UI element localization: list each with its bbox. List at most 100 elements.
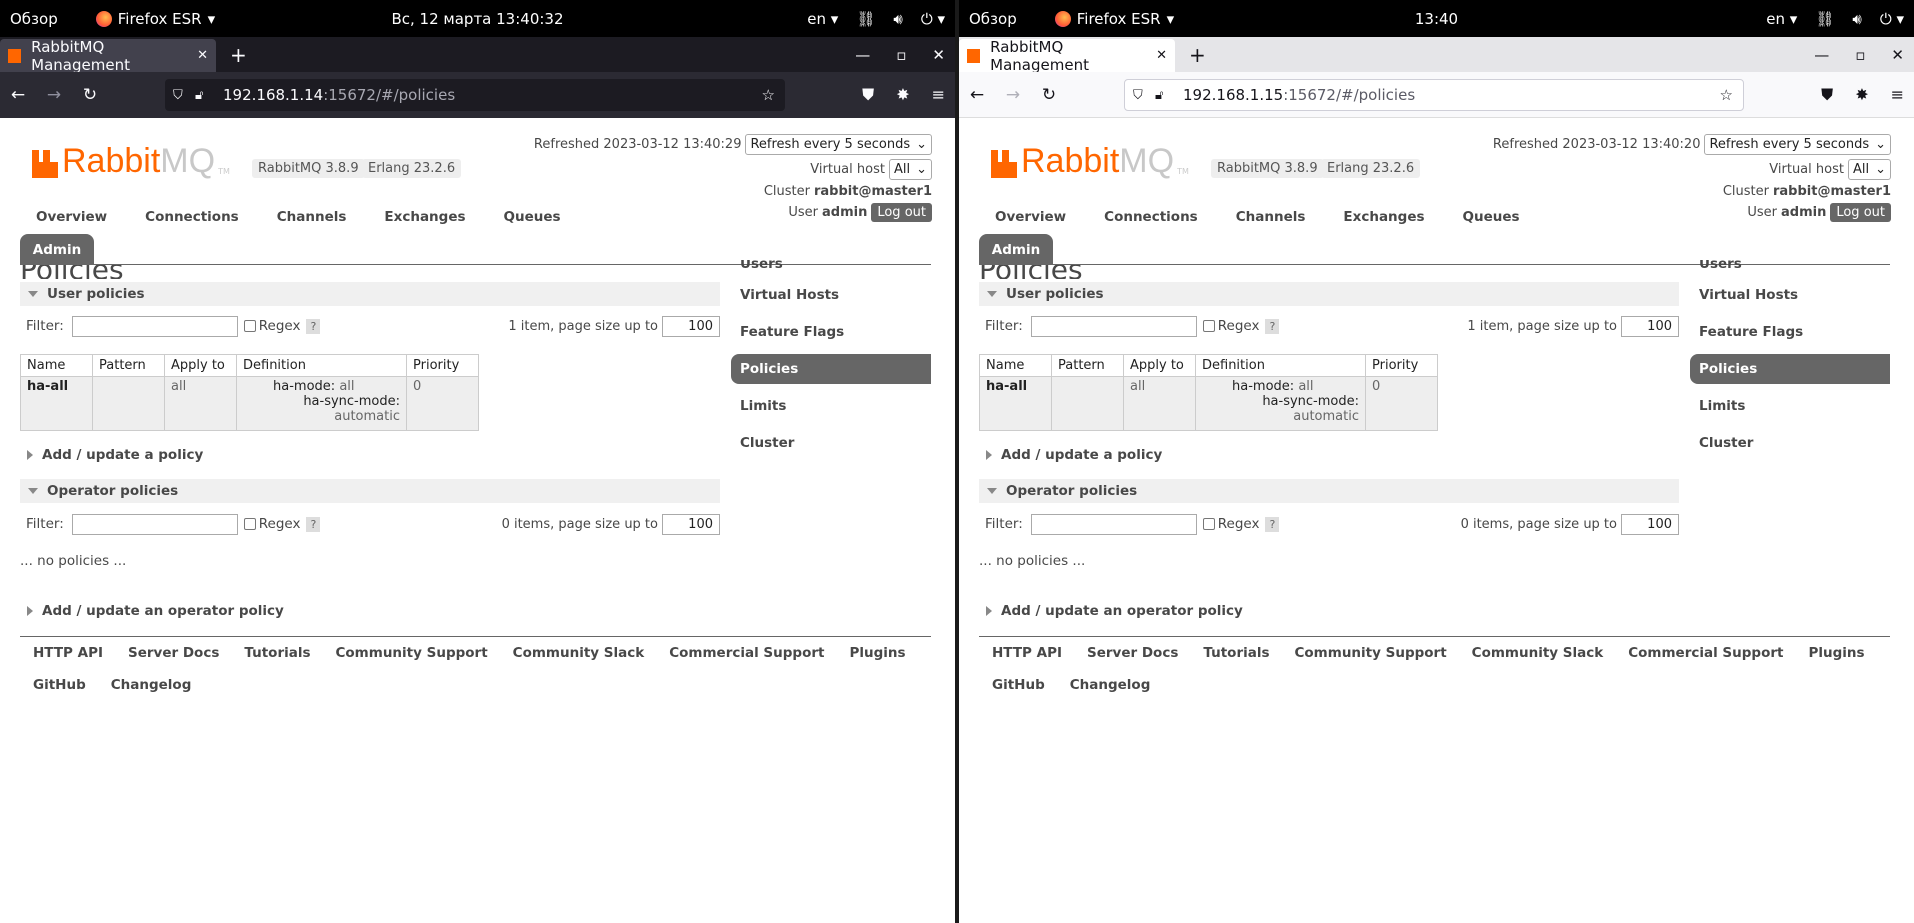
nav-admin[interactable]: Admin (20, 234, 94, 265)
sidebar-item-limits[interactable]: Limits (731, 391, 931, 421)
policy-name[interactable]: ha-all (979, 376, 1052, 431)
col-name[interactable]: Name (20, 354, 93, 377)
sidebar-item-feature-flags[interactable]: Feature Flags (1690, 317, 1890, 347)
refresh-select[interactable]: Refresh every 5 seconds ⌄ (1704, 134, 1891, 155)
col-pattern[interactable]: Pattern (92, 354, 165, 377)
footer-link-server-docs[interactable]: Server Docs (128, 644, 219, 676)
user-policies-header[interactable]: User policies (20, 282, 720, 306)
footer-link-http-api[interactable]: HTTP API (992, 644, 1062, 676)
nav-channels[interactable]: Channels (1236, 209, 1306, 225)
maximize-icon[interactable]: ▫ (1855, 46, 1865, 64)
nav-overview[interactable]: Overview (36, 209, 107, 225)
forward-icon[interactable]: → (36, 85, 72, 105)
minimize-icon[interactable]: — (1814, 46, 1829, 64)
sidebar-item-policies[interactable]: Policies (1690, 354, 1890, 384)
col-priority[interactable]: Priority (406, 354, 479, 377)
footer-link-commercial-support[interactable]: Commercial Support (1628, 644, 1783, 676)
col-priority[interactable]: Priority (1365, 354, 1438, 377)
sidebar-item-virtual-hosts[interactable]: Virtual Hosts (731, 280, 931, 310)
footer-link-tutorials[interactable]: Tutorials (1203, 644, 1269, 676)
page-size-input[interactable]: 100 (1621, 315, 1679, 337)
footer-link-github[interactable]: GitHub (33, 676, 86, 708)
extensions-icon[interactable]: ✸ (896, 85, 909, 105)
add-policy-toggle[interactable]: Add / update a policy (24, 447, 203, 463)
logout-button[interactable]: Log out (871, 203, 932, 222)
menu-icon[interactable]: ≡ (1891, 85, 1904, 105)
volume-icon[interactable]: 🔊︎ (1852, 10, 1861, 28)
power-icon[interactable]: ⏻ ▾ (1880, 10, 1904, 28)
table-row[interactable]: ha-all all ha-mode: all ha-sync-mode: au… (979, 376, 1438, 431)
sidebar-item-cluster[interactable]: Cluster (731, 428, 931, 458)
browser-tab[interactable]: RabbitMQ Management ✕ (959, 38, 1175, 74)
help-button[interactable]: ? (306, 516, 321, 532)
close-window-icon[interactable]: ✕ (1891, 46, 1904, 64)
activities-button[interactable]: Обзор (10, 10, 58, 28)
back-icon[interactable]: ← (959, 85, 995, 105)
maximize-icon[interactable]: ▫ (896, 46, 906, 64)
close-window-icon[interactable]: ✕ (932, 46, 945, 64)
sidebar-item-limits[interactable]: Limits (1690, 391, 1890, 421)
footer-link-github[interactable]: GitHub (992, 676, 1045, 708)
app-menu[interactable]: Firefox ESR ▾ (1054, 10, 1174, 28)
minimize-icon[interactable]: — (855, 46, 870, 64)
insecure-lock-icon[interactable]: 🔓︎ (1155, 88, 1177, 103)
footer-link-http-api[interactable]: HTTP API (33, 644, 103, 676)
col-apply-to[interactable]: Apply to (1123, 354, 1196, 377)
shield-icon[interactable]: ⛉ (1133, 88, 1155, 103)
add-operator-policy-toggle[interactable]: Add / update an operator policy (983, 603, 1243, 619)
sidebar-item-cluster[interactable]: Cluster (1690, 428, 1890, 458)
footer-link-tutorials[interactable]: Tutorials (244, 644, 310, 676)
back-icon[interactable]: ← (0, 85, 36, 105)
page-size-input[interactable]: 100 (1621, 513, 1679, 535)
activities-button[interactable]: Обзор (969, 10, 1017, 28)
col-pattern[interactable]: Pattern (1051, 354, 1124, 377)
reload-icon[interactable]: ↻ (72, 85, 108, 105)
help-button[interactable]: ? (1265, 516, 1280, 532)
regex-checkbox[interactable] (1202, 518, 1215, 530)
new-tab-button[interactable]: + (230, 37, 247, 72)
policy-name[interactable]: ha-all (20, 376, 93, 431)
language-indicator[interactable]: en ▾ (1766, 10, 1797, 28)
footer-link-community-slack[interactable]: Community Slack (513, 644, 645, 676)
footer-link-community-slack[interactable]: Community Slack (1472, 644, 1604, 676)
filter-input[interactable] (71, 315, 238, 337)
help-button[interactable]: ? (1265, 318, 1280, 334)
help-button[interactable]: ? (306, 318, 321, 334)
sidebar-item-users[interactable]: Users (731, 260, 931, 280)
footer-link-plugins[interactable]: Plugins (849, 644, 905, 676)
col-name[interactable]: Name (979, 354, 1052, 377)
forward-icon[interactable]: → (995, 85, 1031, 105)
nav-overview[interactable]: Overview (995, 209, 1066, 225)
col-apply-to[interactable]: Apply to (164, 354, 237, 377)
rabbitmq-logo[interactable]: Rabbit MQ TM (32, 144, 230, 178)
nav-connections[interactable]: Connections (1104, 209, 1198, 225)
footer-link-changelog[interactable]: Changelog (111, 676, 192, 708)
language-indicator[interactable]: en ▾ (807, 10, 838, 28)
footer-link-plugins[interactable]: Plugins (1808, 644, 1864, 676)
filter-input[interactable] (1030, 513, 1197, 535)
pocket-icon[interactable]: ⛊ (862, 85, 874, 105)
url-bar[interactable]: ⛉ 🔓︎ 192.168.1.15:15672/#/policies ☆ (1124, 79, 1744, 111)
vhost-select[interactable]: All ⌄ (888, 159, 932, 180)
close-tab-icon[interactable]: ✕ (1156, 48, 1167, 63)
logout-button[interactable]: Log out (1830, 203, 1891, 222)
nav-connections[interactable]: Connections (145, 209, 239, 225)
sidebar-item-policies[interactable]: Policies (731, 354, 931, 384)
new-tab-button[interactable]: + (1189, 37, 1206, 72)
browser-tab[interactable]: RabbitMQ Management ✕ (0, 38, 216, 74)
rabbitmq-logo[interactable]: Rabbit MQ TM (991, 144, 1189, 178)
footer-link-community-support[interactable]: Community Support (1295, 644, 1447, 676)
add-policy-toggle[interactable]: Add / update a policy (983, 447, 1162, 463)
close-tab-icon[interactable]: ✕ (197, 48, 208, 63)
table-row[interactable]: ha-all all ha-mode: all ha-sync-mode: au… (20, 376, 479, 431)
app-menu[interactable]: Firefox ESR ▾ (95, 10, 215, 28)
operator-policies-header[interactable]: Operator policies (20, 479, 720, 503)
col-definition[interactable]: Definition (1195, 354, 1366, 377)
network-icon[interactable]: ⛓ (1815, 10, 1834, 28)
nav-exchanges[interactable]: Exchanges (1343, 209, 1424, 225)
footer-link-server-docs[interactable]: Server Docs (1087, 644, 1178, 676)
user-policies-header[interactable]: User policies (979, 282, 1679, 306)
refresh-select[interactable]: Refresh every 5 seconds ⌄ (745, 134, 932, 155)
operator-policies-header[interactable]: Operator policies (979, 479, 1679, 503)
bookmark-star-icon[interactable]: ☆ (1720, 86, 1733, 104)
